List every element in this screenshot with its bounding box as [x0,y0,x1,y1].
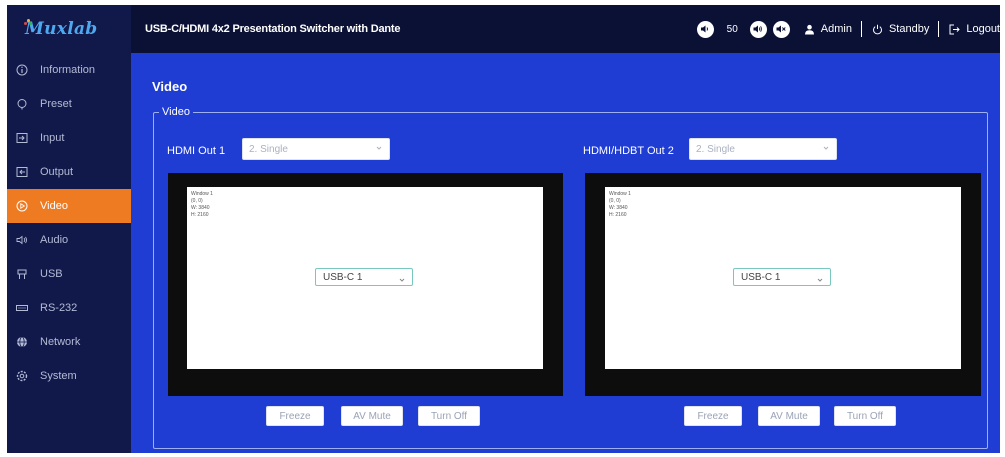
sidebar-item-label: Video [40,200,68,212]
output-2-source-value: USB-C 1 [741,271,781,283]
power-icon[interactable] [871,23,884,36]
output-2-layout-select[interactable]: 2. Single [689,138,837,160]
window-position: (0, 0) [191,198,203,204]
header-divider [938,21,940,37]
header: USB-C/HDMI 4x2 Presentation Switcher wit… [131,5,1000,53]
sidebar-item-input[interactable]: Input [7,121,131,155]
chevron-down-icon [823,145,829,151]
sidebar-item-label: Output [40,166,74,178]
sidebar-item-label: Network [40,336,81,348]
app-frame: Muxlab Information Preset Input Output V… [7,5,1000,453]
volume-up-icon[interactable] [749,20,767,38]
output-2-window[interactable]: Window 1 (0, 0) W: 3840 H: 2160 USB-C 1 [605,187,961,369]
sidebar-item-usb[interactable]: USB [7,257,131,291]
window-width: W: 3840 [191,205,210,211]
output-2-turn-off-button[interactable]: Turn Off [834,406,896,426]
output-1-layout-value: 2. Single [249,143,288,155]
logo-text: Muxlab [25,19,98,39]
sidebar-item-label: RS-232 [40,302,78,314]
window-height: H: 2160 [609,212,627,218]
output-1-layout-select[interactable]: 2. Single [242,138,390,160]
sidebar-item-label: Input [40,132,65,144]
page-header-title: USB-C/HDMI 4x2 Presentation Switcher wit… [145,23,401,35]
video-icon [15,199,29,213]
output-2-freeze-button[interactable]: Freeze [684,406,742,426]
system-icon [15,369,29,383]
sidebar-item-label: USB [40,268,63,280]
fieldset-legend: Video [159,106,193,118]
sidebar-item-network[interactable]: Network [7,325,131,359]
output-2-layout-value: 2. Single [696,143,735,155]
header-divider [860,21,862,37]
mute-icon[interactable] [772,20,790,38]
info-icon [15,63,29,77]
output-1-turn-off-button[interactable]: Turn Off [418,406,480,426]
logo-dots [24,19,32,25]
window-width: W: 3840 [609,205,628,211]
audio-icon [15,233,29,247]
output-2-screen: Window 1 (0, 0) W: 3840 H: 2160 USB-C 1 [585,173,981,396]
output-1-source-select[interactable]: USB-C 1 [315,268,413,286]
network-icon [15,335,29,349]
header-controls: 50 Admin Standby Logout [696,5,1000,53]
standby-button[interactable]: Standby [889,23,929,35]
sidebar-item-audio[interactable]: Audio [7,223,131,257]
output-2-av-mute-button[interactable]: AV Mute [758,406,820,426]
sidebar-item-system[interactable]: System [7,359,131,393]
logo: Muxlab [7,5,131,53]
preset-icon [15,97,29,111]
logout-button[interactable]: Logout [966,23,1000,35]
sidebar-item-preset[interactable]: Preset [7,87,131,121]
sidebar-item-rs232[interactable]: RS-232 [7,291,131,325]
input-icon [15,131,29,145]
output-1-screen: Window 1 (0, 0) W: 3840 H: 2160 USB-C 1 [168,173,563,396]
volume-value: 50 [726,23,738,35]
logout-icon[interactable] [948,23,961,36]
output-1-label: HDMI Out 1 [167,145,226,157]
window-height: H: 2160 [191,212,209,218]
output-1-source-value: USB-C 1 [323,271,363,283]
sidebar-item-label: Information [40,64,96,76]
usb-icon [15,267,29,281]
sidebar-item-information[interactable]: Information [7,53,131,87]
chevron-down-icon [376,145,382,151]
page-title: Video [152,79,188,94]
chevron-down-icon [399,275,405,282]
sidebar: Muxlab Information Preset Input Output V… [7,5,131,453]
output-1-freeze-button[interactable]: Freeze [266,406,324,426]
sidebar-nav: Information Preset Input Output Video Au… [7,53,131,393]
window-title: Window 1 [609,191,631,197]
user-icon [803,23,816,36]
window-title: Window 1 [191,191,213,197]
output-2-label: HDMI/HDBT Out 2 [583,145,674,157]
window-info: Window 1 (0, 0) W: 3840 H: 2160 [191,191,213,219]
output-1-av-mute-button[interactable]: AV Mute [341,406,403,426]
sidebar-item-label: Preset [40,98,72,110]
user-name[interactable]: Admin [821,23,852,35]
sidebar-item-label: System [40,370,77,382]
sidebar-item-video[interactable]: Video [7,189,131,223]
sidebar-item-label: Audio [40,234,69,246]
output-1-window[interactable]: Window 1 (0, 0) W: 3840 H: 2160 USB-C 1 [187,187,543,369]
volume-down-icon[interactable] [696,20,714,38]
chevron-down-icon [817,275,823,282]
output-icon [15,165,29,179]
rs232-icon [15,301,29,315]
window-position: (0, 0) [609,198,621,204]
main-content: Video Video HDMI Out 1 2. Single Window … [131,53,1000,453]
sidebar-item-output[interactable]: Output [7,155,131,189]
window-info: Window 1 (0, 0) W: 3840 H: 2160 [609,191,631,219]
output-2-source-select[interactable]: USB-C 1 [733,268,831,286]
